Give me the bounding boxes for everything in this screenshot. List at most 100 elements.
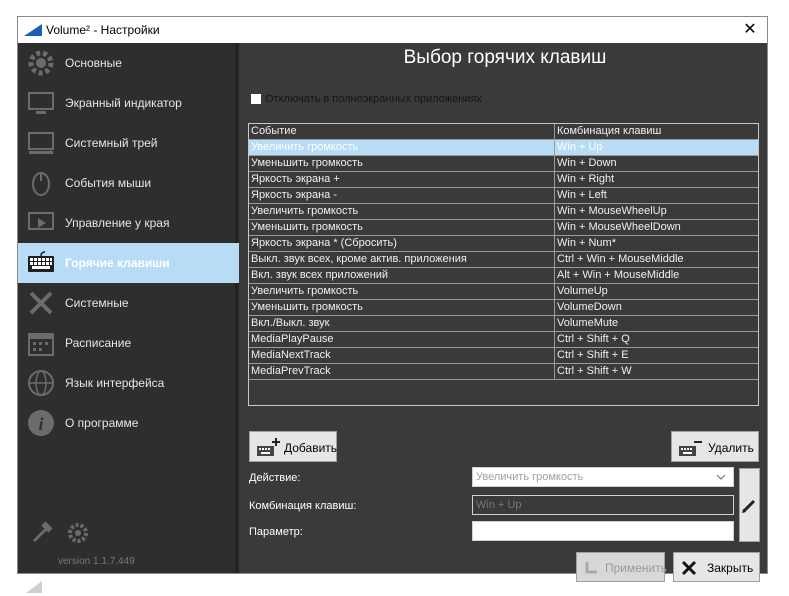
cell-event: Выкл. звук всех, кроме актив. приложения (251, 253, 467, 265)
sidebar-item-tray[interactable]: Системный трей (18, 123, 239, 163)
sidebar-item-label: События мыши (65, 176, 152, 190)
sidebar-item-about[interactable]: i О программе (18, 403, 239, 443)
column-divider (554, 268, 555, 283)
column-divider (554, 204, 555, 219)
main-panel: Выбор горячих клавиш Отключать в полноэк… (243, 43, 767, 582)
volume2-logo: 2 (26, 573, 48, 593)
svg-text:i: i (38, 414, 43, 434)
sidebar-item-schedule[interactable]: Расписание (18, 323, 239, 363)
table-row[interactable]: Яркость экрана * (Сбросить) Win + Num* (249, 236, 758, 252)
fullscreen-checkbox-label: Отключать в полноэкранных приложениях (265, 93, 482, 105)
delete-button[interactable]: Удалить (671, 431, 759, 462)
sidebar-item-label: О программе (65, 416, 139, 430)
close-window-button[interactable]: ✕ (733, 17, 767, 43)
hotkeys-table: Событие Комбинация клавиш Увеличить гром… (248, 123, 759, 406)
column-divider (554, 188, 555, 203)
sidebar-item-label: Системные (65, 296, 129, 310)
sidebar-item-screen-edge[interactable]: Управление у края (18, 203, 239, 243)
cell-event: Яркость экрана - (251, 189, 338, 201)
table-row[interactable]: MediaPrevTrack Ctrl + Shift + W (249, 364, 758, 380)
parameter-label: Параметр: (249, 526, 303, 538)
cell-event: Яркость экрана * (Сбросить) (251, 237, 397, 249)
apply-icon (585, 562, 597, 574)
fullscreen-checkbox[interactable] (251, 94, 261, 105)
settings-gear-icon[interactable] (66, 521, 90, 545)
column-divider (554, 316, 555, 331)
column-divider (554, 236, 555, 251)
sidebar-item-system[interactable]: Системные (18, 283, 239, 323)
cell-hotkey: Win + Left (557, 189, 607, 201)
table-row[interactable]: Вкл. звук всех приложений Alt + Win + Mou… (249, 268, 758, 284)
cell-event: Увеличить громкость (251, 141, 359, 153)
column-divider (554, 300, 555, 315)
table-row[interactable]: Выкл. звук всех, кроме актив. приложения… (249, 252, 758, 268)
cell-event: MediaPlayPause (251, 333, 334, 345)
table-row[interactable]: MediaPlayPause Ctrl + Shift + Q (249, 332, 758, 348)
sidebar-item-label: Основные (65, 56, 122, 70)
table-row[interactable]: Уменьшить громкость Win + MouseWheelDown (249, 220, 758, 236)
cell-event: Вкл. звук всех приложений (251, 269, 389, 281)
table-row[interactable]: Яркость экрана - Win + Left (249, 188, 758, 204)
cell-hotkey: Win + Down (557, 157, 617, 169)
cell-hotkey: VolumeDown (557, 301, 622, 313)
cell-hotkey: Ctrl + Shift + Q (557, 333, 630, 345)
mouse-icon (32, 172, 50, 196)
table-row[interactable]: Уменьшить громкость Win + Down (249, 156, 758, 172)
fullscreen-checkbox-row[interactable]: Отключать в полноэкранных приложениях (251, 93, 482, 105)
apply-button-label: Применить (605, 561, 668, 575)
cell-hotkey: Ctrl + Shift + W (557, 365, 632, 377)
svg-text:2: 2 (44, 573, 48, 583)
cell-hotkey: Ctrl + Shift + E (557, 349, 629, 361)
column-divider (554, 172, 555, 187)
close-button[interactable]: Закрыть (673, 552, 760, 582)
cell-event: Яркость экрана + (251, 173, 340, 185)
table-row[interactable]: Яркость экрана + Win + Right (249, 172, 758, 188)
keyboard-remove-icon (679, 441, 702, 456)
cell-event: Уменьшить громкость (251, 157, 363, 169)
table-row[interactable]: Уменьшить громкость VolumeDown (249, 300, 758, 316)
monitor-icon (28, 92, 54, 114)
table-row[interactable]: Увеличить громкость VolumeUp (249, 284, 758, 300)
title-bar: Volume² - Настройки ✕ (18, 17, 767, 43)
action-select-value: Увеличить громкость (476, 471, 584, 483)
sidebar-item-general[interactable]: Основные (18, 43, 239, 83)
sidebar-item-label: Системный трей (65, 136, 158, 150)
sidebar-item-label: Экранный индикатор (65, 96, 182, 110)
sidebar-item-hotkeys[interactable]: Горячие клавиши (18, 243, 239, 283)
cell-event: Увеличить громкость (251, 205, 359, 217)
globe-icon (28, 370, 54, 396)
column-divider (554, 124, 555, 139)
action-label: Действие: (249, 472, 301, 484)
column-divider (554, 364, 555, 379)
hotkey-combo-label: Комбинация клавиш: (249, 500, 357, 512)
table-row[interactable]: Увеличить громкость Win + Up (249, 140, 758, 156)
keyboard-icon (28, 251, 54, 272)
sidebar-item-label: Язык интерфейса (65, 376, 165, 390)
sidebar: Основные Экранный индикатор Системный тр… (18, 43, 239, 593)
window-title: Volume² - Настройки (46, 23, 160, 37)
hotkey-combo-field[interactable]: Win + Up (472, 495, 734, 515)
chevron-down-icon[interactable] (715, 471, 727, 483)
action-select[interactable]: Увеличить громкость (472, 467, 734, 487)
table-header: Событие Комбинация клавиш (249, 124, 758, 140)
sidebar-item-language[interactable]: Язык интерфейса (18, 363, 239, 403)
column-header-event[interactable]: Событие (251, 125, 551, 137)
pencil-icon (742, 499, 756, 513)
volume-app-icon (24, 24, 42, 36)
add-button[interactable]: Добавить (249, 431, 337, 462)
column-header-hotkey[interactable]: Комбинация клавиш (557, 125, 757, 137)
cell-event: Уменьшить громкость (251, 221, 363, 233)
screen-edge-icon (28, 212, 54, 230)
sidebar-item-osd[interactable]: Экранный индикатор (18, 83, 239, 123)
tools-icon (29, 291, 53, 315)
parameter-input[interactable] (472, 521, 734, 541)
table-row[interactable]: MediaNextTrack Ctrl + Shift + E (249, 348, 758, 364)
hammer-icon[interactable] (30, 521, 54, 545)
table-row[interactable]: Вкл./Выкл. звук VolumeMute (249, 316, 758, 332)
table-row[interactable]: Увеличить громкость Win + MouseWheelUp (249, 204, 758, 220)
edit-hotkey-button[interactable] (739, 468, 760, 542)
column-divider (554, 140, 555, 155)
cell-event: Увеличить громкость (251, 285, 359, 297)
sidebar-item-mouse-events[interactable]: События мыши (18, 163, 239, 203)
apply-button[interactable]: Применить (576, 552, 668, 582)
